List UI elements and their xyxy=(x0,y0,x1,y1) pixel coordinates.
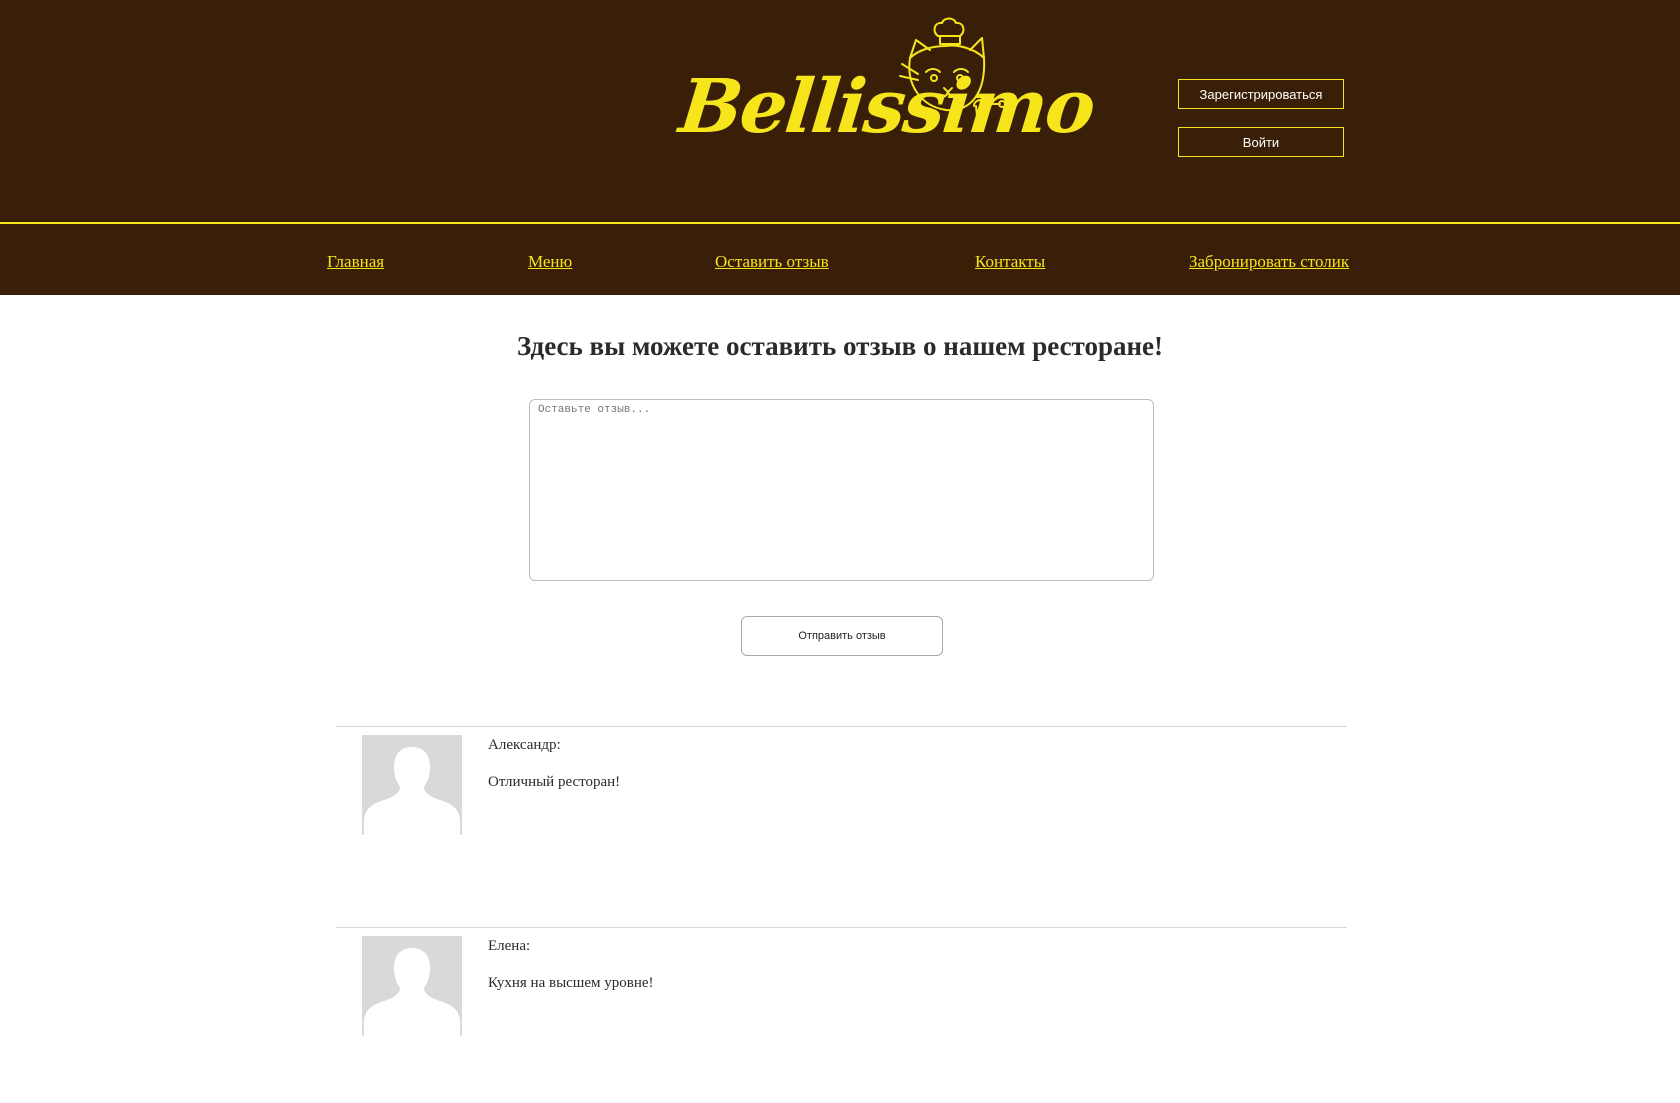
login-button[interactable]: Войти xyxy=(1178,127,1344,157)
review-author: Елена: xyxy=(488,938,531,954)
logo-text: Bellissimo xyxy=(675,64,1098,150)
nav-link-book-table[interactable]: Забронировать столик xyxy=(1189,252,1349,272)
nav-link-home[interactable]: Главная xyxy=(327,252,384,272)
nav-link-menu[interactable]: Меню xyxy=(528,252,572,272)
site-header: Bellissimo Зарегистрироваться Войти xyxy=(0,0,1680,222)
page-title: Здесь вы можете оставить отзыв о нашем р… xyxy=(516,331,1164,361)
nav-link-leave-review[interactable]: Оставить отзыв xyxy=(715,252,829,272)
avatar xyxy=(362,936,462,1036)
site-logo[interactable]: Bellissimo xyxy=(675,14,1098,164)
review-divider xyxy=(336,927,1347,928)
chef-cat-logo-icon xyxy=(899,17,1006,127)
review-item: Александр: Отличный ресторан! xyxy=(362,735,1322,837)
register-button[interactable]: Зарегистрироваться xyxy=(1178,79,1344,109)
review-textarea[interactable] xyxy=(529,399,1154,581)
review-author: Александр: xyxy=(488,737,561,753)
main-nav: Главная Меню Оставить отзыв Контакты Заб… xyxy=(0,224,1680,295)
user-silhouette-icon xyxy=(364,948,460,1036)
review-text: Кухня на высшем уровне! xyxy=(488,975,654,991)
user-silhouette-icon xyxy=(364,747,460,835)
review-item: Елена: Кухня на высшем уровне! xyxy=(362,936,1322,1038)
submit-review-button[interactable]: Отправить отзыв xyxy=(741,616,943,656)
review-text: Отличный ресторан! xyxy=(488,774,621,790)
review-divider xyxy=(336,726,1347,727)
nav-link-contacts[interactable]: Контакты xyxy=(975,252,1045,272)
avatar xyxy=(362,735,462,835)
